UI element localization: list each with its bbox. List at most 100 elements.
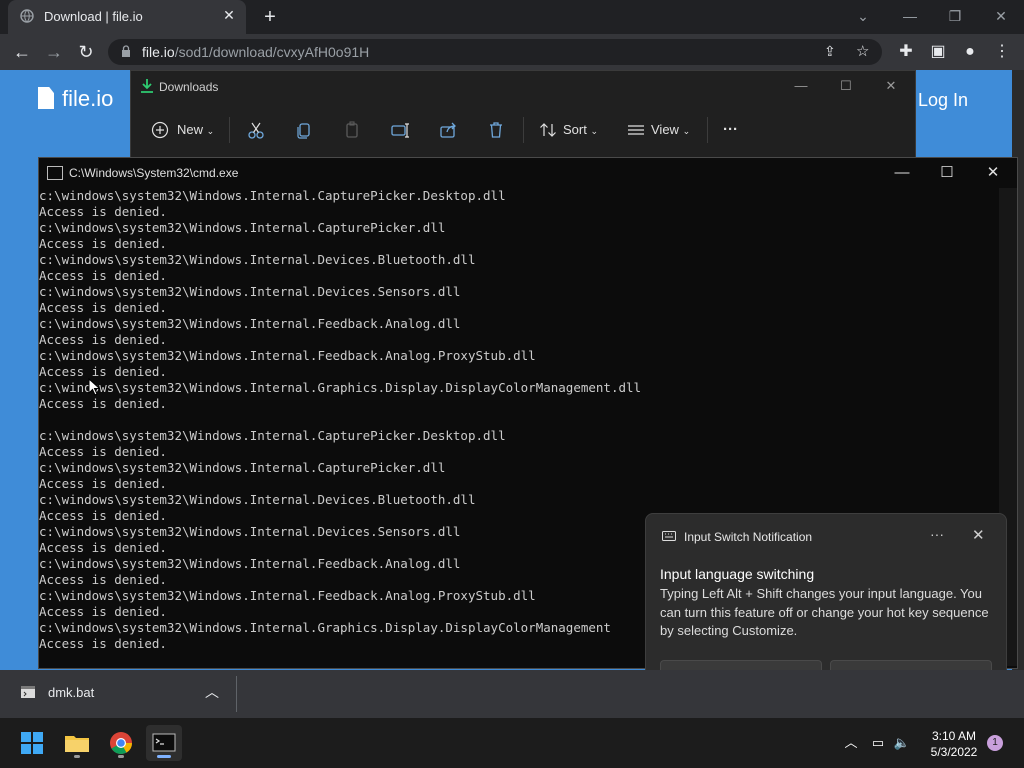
more-options-icon[interactable]: ···: [723, 119, 738, 141]
browser-tab[interactable]: Download | file.io ✕: [8, 0, 246, 34]
delete-trash-icon[interactable]: [485, 119, 507, 141]
cmd-minimize-icon[interactable]: —: [887, 161, 917, 185]
forward-arrow-icon[interactable]: →: [42, 40, 66, 64]
console-line: c:\windows\system32\Windows.Internal.Gra…: [39, 380, 642, 395]
minimize-icon[interactable]: —: [897, 4, 923, 28]
explorer-close-icon[interactable]: ✕: [879, 77, 903, 95]
back-arrow-icon[interactable]: ←: [10, 40, 34, 64]
file-explorer-taskbar-button[interactable]: [59, 725, 95, 761]
download-arrow-icon: [141, 79, 153, 93]
keyboard-icon: [662, 531, 676, 541]
sort-button[interactable]: Sort ⌄: [563, 119, 598, 141]
start-button[interactable]: [14, 725, 50, 761]
share-icon[interactable]: ⇪: [824, 43, 836, 60]
console-line: c:\windows\system32\Windows.Internal.Cap…: [39, 460, 446, 475]
rename-icon[interactable]: [389, 119, 411, 141]
volume-icon[interactable]: 🔈: [893, 734, 911, 752]
address-bar[interactable]: file.io/sod1/download/cvxyAfH0o91H ⇪ ☆: [108, 39, 882, 65]
notification-close-icon[interactable]: ✕: [972, 526, 985, 544]
notification-header: Input Switch Notification: [684, 530, 813, 544]
divider: [523, 117, 524, 143]
cmd-close-icon[interactable]: ✕: [978, 161, 1008, 185]
explorer-minimize-icon[interactable]: —: [789, 77, 813, 95]
url-host: file.io: [142, 44, 175, 60]
explorer-title: Downloads: [159, 80, 219, 94]
close-window-icon[interactable]: ✕: [988, 4, 1014, 28]
tab-title: Download | file.io: [44, 9, 143, 24]
view-lines-icon: [628, 125, 644, 135]
explorer-maximize-icon[interactable]: ☐: [834, 77, 858, 95]
cut-icon[interactable]: [245, 119, 267, 141]
copy-icon[interactable]: [293, 119, 315, 141]
cmd-titlebar[interactable]: C:\Windows\System32\cmd.exe — ☐ ✕: [39, 158, 1017, 188]
cmd-app-icon: [47, 166, 63, 180]
download-file-name[interactable]: dmk.bat: [48, 685, 94, 700]
console-line: c:\windows\system32\Windows.Internal.Cap…: [39, 428, 506, 443]
chrome-taskbar-button[interactable]: [103, 725, 139, 761]
tab-search-icon[interactable]: ⌄: [850, 4, 876, 28]
console-line: c:\windows\system32\Windows.Internal.Fee…: [39, 348, 536, 363]
console-line: Access is denied.: [39, 396, 167, 411]
sort-arrows-icon: [540, 123, 556, 137]
tray-chevron-up-icon[interactable]: ︿: [842, 734, 860, 752]
paste-icon[interactable]: [341, 119, 363, 141]
windows-logo-icon: [21, 732, 43, 754]
restore-icon[interactable]: ❐: [942, 4, 968, 28]
console-line: Access is denied.: [39, 476, 167, 491]
lock-icon: [122, 45, 130, 57]
clock-date[interactable]: 5/3/2022: [914, 745, 994, 759]
sort-label: Sort: [563, 122, 587, 137]
console-line: c:\windows\system32\Windows.Internal.Cap…: [39, 220, 446, 235]
running-indicator: [118, 755, 124, 758]
running-indicator: [74, 755, 80, 758]
cmd-title: C:\Windows\System32\cmd.exe: [69, 166, 239, 180]
console-line: Access is denied.: [39, 444, 167, 459]
view-button[interactable]: View ⌄: [651, 119, 690, 141]
logo-text: file.io: [62, 86, 114, 111]
side-panel-icon[interactable]: ▣: [926, 40, 950, 64]
new-tab-button[interactable]: +: [258, 5, 282, 29]
file-explorer-window: Downloads — ☐ ✕ New ⌄ Sort ⌄ View ⌄ ···: [130, 70, 916, 162]
clock-time[interactable]: 3:10 AM: [914, 729, 994, 743]
divider: [229, 117, 230, 143]
console-line: Access is denied.: [39, 300, 167, 315]
document-icon: [38, 87, 54, 109]
url-text: file.io/sod1/download/cvxyAfH0o91H: [142, 44, 369, 60]
network-icon[interactable]: ▭: [869, 734, 887, 752]
notification-count-badge[interactable]: 1: [987, 735, 1003, 751]
url-path: /sod1/download/cvxyAfH0o91H: [174, 44, 370, 60]
globe-icon: [20, 9, 34, 23]
console-line: Access is denied.: [39, 236, 167, 251]
notification-more-icon[interactable]: ···: [930, 526, 944, 542]
notification-body: Typing Left Alt + Shift changes your inp…: [660, 586, 989, 638]
console-line: Access is denied.: [39, 268, 167, 283]
sort-chevron-icon: ⌄: [590, 126, 599, 136]
notification-title: Input language switching: [660, 566, 815, 582]
cmd-maximize-icon[interactable]: ☐: [932, 161, 962, 185]
download-bar: dmk.bat ︿: [0, 670, 1024, 718]
console-line: c:\windows\system32\Windows.Internal.Dev…: [39, 492, 476, 507]
login-link[interactable]: Log In: [918, 90, 968, 111]
console-line: Access is denied.: [39, 332, 167, 347]
fileio-logo[interactable]: file.io: [38, 86, 113, 112]
reload-icon[interactable]: ↻: [74, 40, 98, 64]
chevron-up-icon[interactable]: ︿: [205, 682, 219, 702]
share-file-icon[interactable]: [437, 119, 459, 141]
profile-icon[interactable]: ●: [958, 40, 982, 64]
new-plus-icon: [151, 121, 169, 139]
tab-close-icon[interactable]: ✕: [220, 6, 238, 24]
menu-kebab-icon[interactable]: ⋮: [990, 40, 1014, 64]
new-label: New: [177, 122, 204, 137]
mouse-cursor-icon: [88, 378, 100, 396]
divider: [707, 117, 708, 143]
explorer-command-bar: New ⌄ Sort ⌄ View ⌄ ···: [131, 109, 915, 151]
view-label: View: [651, 122, 679, 137]
console-line: Access is denied.: [39, 204, 167, 219]
console-line: Access is denied.: [39, 364, 167, 379]
bookmark-star-icon[interactable]: ☆: [856, 42, 869, 60]
divider: [236, 676, 237, 712]
cmd-taskbar-button[interactable]: [146, 725, 182, 761]
new-button[interactable]: New ⌄: [177, 119, 214, 141]
extensions-icon[interactable]: ✚: [894, 40, 918, 64]
